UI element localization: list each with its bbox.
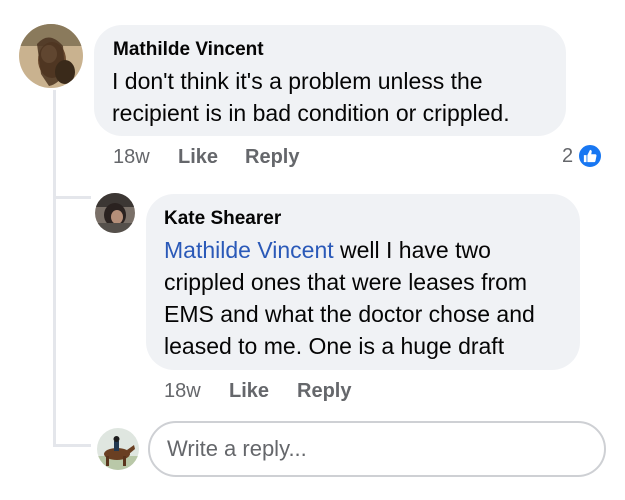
write-reply-placeholder: Write a reply... — [167, 436, 307, 461]
mention-link[interactable]: Mathilde Vincent — [164, 237, 334, 263]
reply-text-line: leased to me. One is a huge draft — [164, 333, 505, 359]
reply-text-segment: well I have two — [333, 237, 491, 263]
reply-text-line: EMS and what the doctor chose and — [164, 301, 535, 327]
comment-text-line: recipient is in bad condition or cripple… — [112, 100, 510, 126]
comment-text-line: I don't think it's a problem unless the — [112, 68, 483, 94]
comment-author-name[interactable]: Mathilde Vincent — [113, 39, 264, 61]
comment-time[interactable]: 18w — [113, 146, 150, 169]
reply-bubble: Kate Shearer Mathilde Vincent well I hav… — [146, 194, 580, 370]
reply-text-line: Mathilde Vincent well I have two — [164, 234, 574, 266]
thumbs-up-icon — [577, 143, 604, 169]
reply-text-line: crippled ones that were leases from — [164, 269, 528, 295]
comment-like-button[interactable]: Like — [178, 146, 218, 169]
comment-text: I don't think it's a problem unless the … — [112, 65, 562, 129]
avatar-mathilde-vincent[interactable] — [19, 24, 83, 88]
reply-reply-button[interactable]: Reply — [297, 380, 351, 403]
avatar-current-user[interactable] — [97, 428, 139, 470]
comment-bubble: Mathilde Vincent I don't think it's a pr… — [94, 25, 566, 136]
write-reply-input[interactable]: Write a reply... — [148, 421, 606, 477]
thread-line-branch-composer — [53, 444, 91, 447]
comment-reactions[interactable]: 2 — [562, 143, 604, 169]
thread-line-main — [53, 90, 56, 445]
reply-text: Mathilde Vincent well I have two cripple… — [164, 234, 574, 362]
reply-time[interactable]: 18w — [164, 380, 201, 403]
reply-author-name[interactable]: Kate Shearer — [164, 208, 281, 230]
reaction-count: 2 — [562, 144, 574, 167]
reply-like-button[interactable]: Like — [229, 380, 269, 403]
comment-reply-button[interactable]: Reply — [245, 146, 299, 169]
thread-line-branch-reply — [53, 196, 91, 199]
avatar-kate-shearer[interactable] — [95, 193, 135, 233]
